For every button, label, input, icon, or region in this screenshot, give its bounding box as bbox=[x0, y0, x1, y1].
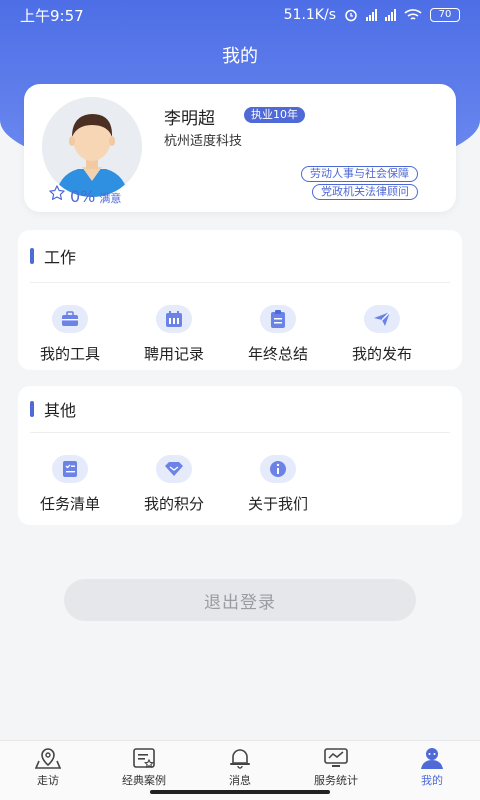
other-item-about-us[interactable]: 关于我们 bbox=[226, 455, 330, 514]
work-item-label: 聘用记录 bbox=[143, 345, 204, 363]
other-item-label: 关于我们 bbox=[247, 495, 308, 513]
home-indicator bbox=[150, 790, 330, 794]
monitor-icon bbox=[324, 748, 348, 767]
work-item-my-posts[interactable]: 我的发布 bbox=[330, 305, 434, 364]
user-icon bbox=[421, 748, 443, 769]
clipboard-icon bbox=[260, 305, 296, 333]
work-item-tools[interactable]: 我的工具 bbox=[18, 305, 122, 364]
bell-icon bbox=[230, 749, 250, 769]
work-item-annual-summary[interactable]: 年终总结 bbox=[226, 305, 330, 364]
profile-card[interactable]: 李明超 执业10年 杭州适度科技 0% 满意 劳动人事与社会保障 党政机关法律顾… bbox=[24, 84, 456, 212]
tab-visit[interactable]: 走访 bbox=[0, 741, 96, 800]
signal-icon bbox=[385, 9, 396, 21]
avatar[interactable] bbox=[42, 97, 142, 197]
satisfaction-rating: 0% 满意 bbox=[48, 184, 121, 206]
info-icon bbox=[260, 455, 296, 483]
satisfaction-value: 0% bbox=[70, 187, 96, 206]
work-section: 工作 我的工具 聘用记录 年终总结 我的发布 bbox=[18, 230, 462, 370]
map-pin-icon bbox=[35, 748, 61, 769]
section-title: 工作 bbox=[44, 248, 77, 267]
logout-button[interactable]: 退出登录 bbox=[64, 579, 416, 621]
toolbox-icon bbox=[52, 305, 88, 333]
page-title: 我的 bbox=[222, 46, 258, 67]
tab-label: 服务统计 bbox=[314, 774, 358, 787]
tab-mine[interactable]: 我的 bbox=[384, 741, 480, 800]
specialty-tag: 党政机关法律顾问 bbox=[312, 184, 418, 200]
status-bar: 上午9:57 51.1K/s 70 bbox=[0, 0, 480, 30]
satisfaction-label: 满意 bbox=[99, 192, 122, 205]
specialty-tag: 劳动人事与社会保障 bbox=[301, 166, 418, 182]
experience-badge: 执业10年 bbox=[244, 107, 305, 123]
user-name: 李明超 bbox=[164, 109, 215, 129]
tab-label: 经典案例 bbox=[122, 774, 166, 787]
other-item-points[interactable]: 我的积分 bbox=[122, 455, 226, 514]
calendar-icon bbox=[156, 305, 192, 333]
work-item-label: 年终总结 bbox=[247, 345, 308, 363]
section-marker bbox=[30, 401, 34, 417]
work-item-label: 我的工具 bbox=[39, 345, 100, 363]
other-item-label: 任务清单 bbox=[39, 495, 100, 513]
alarm-icon bbox=[345, 9, 357, 22]
section-title: 其他 bbox=[44, 401, 77, 420]
company-name: 杭州适度科技 bbox=[164, 134, 243, 149]
network-speed: 51.1K/s bbox=[283, 7, 336, 23]
diamond-icon bbox=[156, 455, 192, 483]
send-icon bbox=[364, 305, 400, 333]
tab-label: 走访 bbox=[37, 774, 59, 787]
other-item-label: 我的积分 bbox=[143, 495, 204, 513]
task-list-icon bbox=[52, 455, 88, 483]
case-icon bbox=[133, 748, 155, 769]
tab-label: 消息 bbox=[229, 774, 251, 787]
status-time: 上午9:57 bbox=[20, 6, 84, 25]
other-item-task-list[interactable]: 任务清单 bbox=[18, 455, 122, 514]
battery-icon: 70 bbox=[430, 8, 460, 22]
section-marker bbox=[30, 248, 34, 264]
wifi-icon bbox=[404, 9, 422, 20]
tab-label: 我的 bbox=[421, 774, 443, 787]
signal-icon bbox=[366, 9, 377, 21]
avatar-illustration-icon bbox=[42, 97, 142, 197]
other-section: 其他 任务清单 我的积分 关于我们 bbox=[18, 386, 462, 525]
work-item-hiring-records[interactable]: 聘用记录 bbox=[122, 305, 226, 364]
star-icon bbox=[49, 185, 65, 200]
work-item-label: 我的发布 bbox=[351, 345, 412, 363]
